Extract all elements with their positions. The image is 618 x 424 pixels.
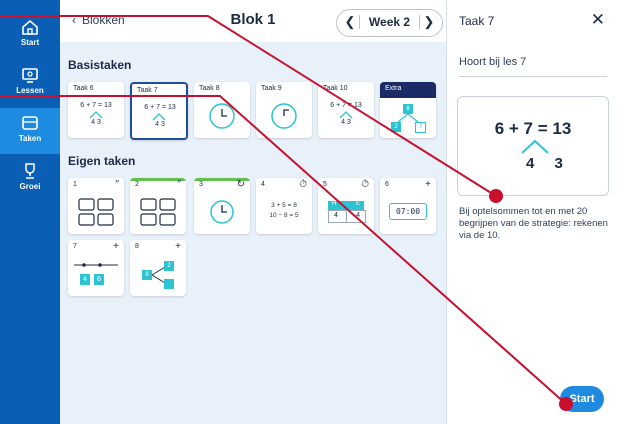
lessons-icon: [22, 68, 38, 83]
panel-subtitle: Hoort bij les 7: [459, 56, 527, 68]
card-number: 8: [135, 243, 139, 250]
week-selector: ❮ Week 2 ❯: [336, 9, 443, 37]
number-box: 4: [80, 274, 90, 285]
number-box: 8: [142, 270, 152, 280]
number-box: 2: [164, 261, 174, 271]
split-branch-icon: [521, 139, 549, 154]
sidebar-item-label: Groei: [19, 182, 41, 191]
top-bar: ‹ Blokken Blok 1 ❮ Week 2 ❯: [60, 0, 446, 42]
clock-icon: [271, 103, 297, 129]
task-card-taak-9[interactable]: Taak 9: [256, 82, 312, 138]
home-icon: [22, 19, 38, 35]
own-task-card-1[interactable]: 1 ′′: [68, 178, 124, 234]
task-card-taak-6[interactable]: Taak 6 6 + 7 = 13 4 3: [68, 82, 124, 138]
card-equation: 10 − 8 = 5: [269, 212, 299, 219]
week-label: Week 2: [359, 15, 420, 29]
panel-title: Taak 7: [459, 14, 495, 28]
own-task-card-3[interactable]: 3 ↻: [194, 178, 250, 234]
sidebar-item-start[interactable]: Start: [0, 12, 60, 58]
card-title: Taak 7: [137, 87, 158, 94]
place-value-h: H: [332, 201, 337, 207]
sidebar-item-label: Lessen: [16, 86, 44, 95]
place-value-e: E: [355, 201, 360, 207]
card-equation: 6 + 7 = 13: [144, 104, 176, 111]
tasks-icon: [22, 116, 38, 130]
own-task-card-6[interactable]: 6 + 07:00: [380, 178, 436, 234]
card-title: Taak 10: [323, 85, 348, 92]
own-task-card-5[interactable]: 5 ⏱ H E 4 4: [318, 178, 374, 234]
card-number: 1: [73, 181, 77, 188]
clock-icon: [210, 200, 234, 224]
timer-icon: ⏱: [299, 179, 307, 190]
card-equation: 3 + 5 = 8: [271, 202, 297, 209]
card-title: Taak 6: [73, 85, 94, 92]
place-value-a: 4: [334, 212, 338, 219]
card-equation: 6 + 7 = 13: [80, 102, 112, 109]
card-number: 3: [199, 181, 203, 188]
card-number: 6: [385, 181, 389, 188]
sidebar-item-taken[interactable]: Taken: [0, 108, 60, 154]
sidebar-item-label: Start: [20, 38, 40, 47]
formula-equation: 6 + 7 = 13: [494, 119, 572, 138]
formula-split: 4 3: [526, 155, 571, 172]
place-value-header: H E: [328, 201, 364, 210]
place-value-b: 4: [356, 212, 360, 219]
divider: [459, 76, 607, 77]
sidebar-item-groei[interactable]: Groei: [0, 156, 60, 202]
next-week-button[interactable]: ❯: [420, 14, 438, 30]
close-icon[interactable]: ✕: [591, 10, 605, 30]
place-value-row: 4 4: [328, 210, 366, 223]
trophy-icon: [25, 163, 35, 179]
repeat-icon: ↻: [236, 179, 245, 190]
thermometer-icon: ′′: [177, 179, 181, 190]
split-branch-icon: [89, 111, 103, 119]
grid-icon: [78, 198, 114, 226]
card-split: 4 3: [155, 121, 165, 128]
own-task-card-2[interactable]: 2 ′′: [130, 178, 186, 234]
own-task-card-4[interactable]: 4 ⏱ 3 + 5 = 8 10 − 8 = 5: [256, 178, 312, 234]
number-line-icon: [74, 263, 118, 267]
split-branch-icon: [339, 111, 353, 119]
plus-icon[interactable]: +: [425, 179, 431, 190]
task-card-taak-10[interactable]: Taak 10 6 + 7 = 13 4 3: [318, 82, 374, 138]
prev-week-button[interactable]: ❮: [341, 14, 359, 30]
card-equation: 6 + 7 = 13: [330, 102, 362, 109]
card-title: Extra: [385, 85, 402, 92]
digital-clock: 07:00: [389, 203, 427, 220]
empty-number-box: [164, 279, 174, 289]
sidebar: Start Lessen Taken Groei: [0, 0, 60, 424]
task-card-taak-8[interactable]: Taak 8: [194, 82, 250, 138]
card-split: 4 3: [91, 119, 101, 126]
split-branch-icon: [152, 113, 166, 121]
card-title: Taak 9: [261, 85, 282, 92]
plus-icon[interactable]: +: [175, 241, 181, 252]
sidebar-item-label: Taken: [18, 134, 42, 143]
number-box: 7: [415, 122, 426, 133]
grid-icon: [140, 198, 176, 226]
panel-description: Bij optelsommen tot en met 20 begrijpen …: [459, 206, 608, 241]
formula-preview: 6 + 7 = 13 4 3: [457, 96, 609, 196]
card-number: 7: [73, 243, 77, 250]
thermometer-icon: ′′: [115, 179, 119, 190]
number-box: 2: [391, 122, 401, 132]
card-number: 4: [261, 181, 265, 188]
number-box: 6: [94, 274, 104, 285]
start-button[interactable]: Start: [560, 386, 604, 412]
basistaken-heading: Basistaken: [68, 58, 132, 72]
timer-icon: ⏱: [361, 179, 369, 190]
own-task-card-8[interactable]: 8 + 8 2: [130, 240, 186, 296]
own-task-card-7[interactable]: 7 + 4 6: [68, 240, 124, 296]
task-card-taak-7[interactable]: Taak 7 6 + 7 = 13 4 3: [130, 82, 188, 140]
card-title: Taak 8: [199, 85, 220, 92]
eigen-taken-heading: Eigen taken: [68, 154, 136, 168]
task-card-extra[interactable]: Extra 8 2 7: [380, 82, 436, 138]
sidebar-item-lessen[interactable]: Lessen: [0, 60, 60, 106]
clock-icon: [209, 103, 235, 129]
main-area: ‹ Blokken Blok 1 ❮ Week 2 ❯ Basistaken Ta…: [60, 0, 446, 424]
card-number: 5: [323, 181, 327, 188]
plus-icon[interactable]: +: [113, 241, 119, 252]
task-detail-panel: Taak 7 ✕ Hoort bij les 7 6 + 7 = 13 4 3 …: [446, 0, 618, 424]
card-number: 2: [135, 181, 139, 188]
card-split: 4 3: [341, 119, 351, 126]
